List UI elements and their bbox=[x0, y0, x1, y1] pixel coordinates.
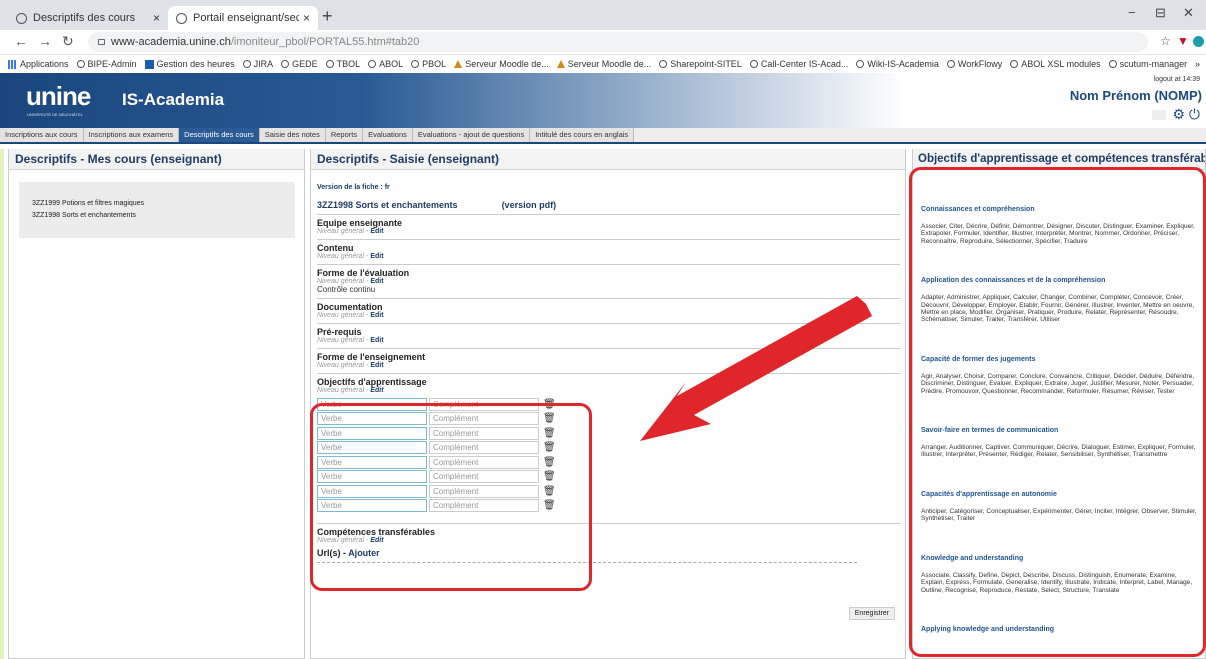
red-arrow-icon bbox=[640, 296, 872, 441]
annotation-arrow bbox=[640, 296, 872, 441]
